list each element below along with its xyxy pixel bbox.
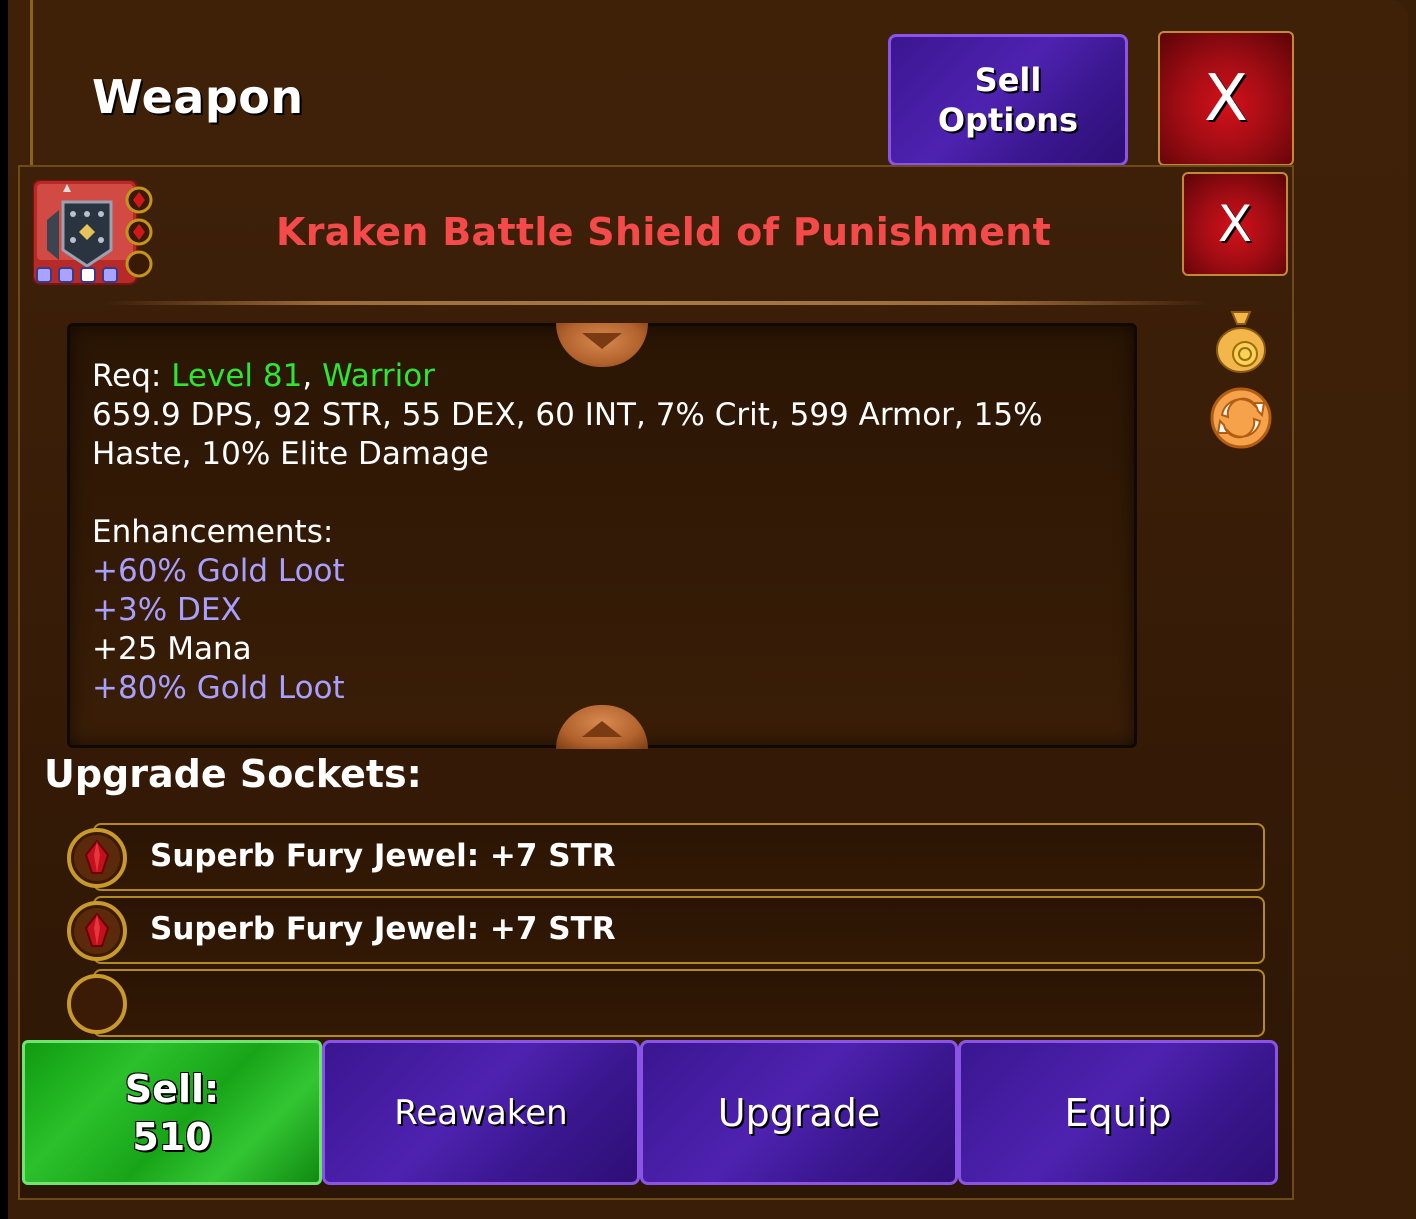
sell-button[interactable]: Sell: 510	[22, 1040, 322, 1185]
item-stats: Req: Level 81, Warrior 659.9 DPS, 92 STR…	[92, 357, 1052, 708]
sell-value: 510	[132, 1114, 212, 1159]
enhancement-item: +80% Gold Loot	[92, 670, 345, 706]
swap-arrows-icon[interactable]	[1208, 387, 1274, 449]
sockets-title: Upgrade Sockets:	[44, 752, 422, 796]
red-gem-icon	[67, 901, 127, 961]
socket-label: Superb Fury Jewel: +7 STR	[150, 838, 616, 874]
req-level: Level 81	[171, 358, 303, 394]
close-icon: X	[1204, 61, 1248, 136]
enhancement-item: +25 Mana	[92, 631, 252, 667]
close-window-button[interactable]: X	[1158, 31, 1294, 166]
requirement-line: Req: Level 81, Warrior	[92, 357, 1052, 396]
left-border	[30, 0, 33, 165]
req-separator: ,	[302, 358, 323, 394]
window-title: Weapon	[92, 70, 304, 124]
sell-options-button[interactable]: Sell Options	[888, 34, 1128, 166]
chevron-down-icon	[582, 333, 622, 349]
socket-label: Superb Fury Jewel: +7 STR	[150, 911, 616, 947]
close-icon: X	[1217, 195, 1253, 253]
enhancement-item: +60% Gold Loot	[92, 553, 345, 589]
sell-label: Sell:	[124, 1066, 220, 1111]
stats-line: 659.9 DPS, 92 STR, 55 DEX, 60 INT, 7% Cr…	[92, 397, 1043, 433]
red-gem-icon	[67, 828, 127, 888]
gold-bag-icon[interactable]	[1212, 306, 1270, 374]
enhancements-title: Enhancements:	[92, 514, 334, 550]
empty-socket-icon	[67, 974, 127, 1034]
socket-row[interactable]	[93, 969, 1265, 1037]
item-name: Kraken Battle Shield of Punishment	[276, 210, 1052, 254]
req-prefix: Req:	[92, 358, 172, 394]
enhancement-item: +3% DEX	[92, 592, 242, 628]
close-item-button[interactable]: X	[1182, 172, 1288, 276]
divider	[104, 301, 1209, 305]
left-edge	[0, 0, 8, 1219]
upgrade-button[interactable]: Upgrade	[640, 1040, 958, 1185]
reawaken-button[interactable]: Reawaken	[322, 1040, 640, 1185]
req-class: Warrior	[322, 358, 435, 394]
chevron-up-icon	[582, 721, 622, 737]
shield-icon	[33, 180, 153, 285]
equip-button[interactable]: Equip	[958, 1040, 1278, 1185]
stats-line: Haste, 10% Elite Damage	[92, 436, 489, 472]
